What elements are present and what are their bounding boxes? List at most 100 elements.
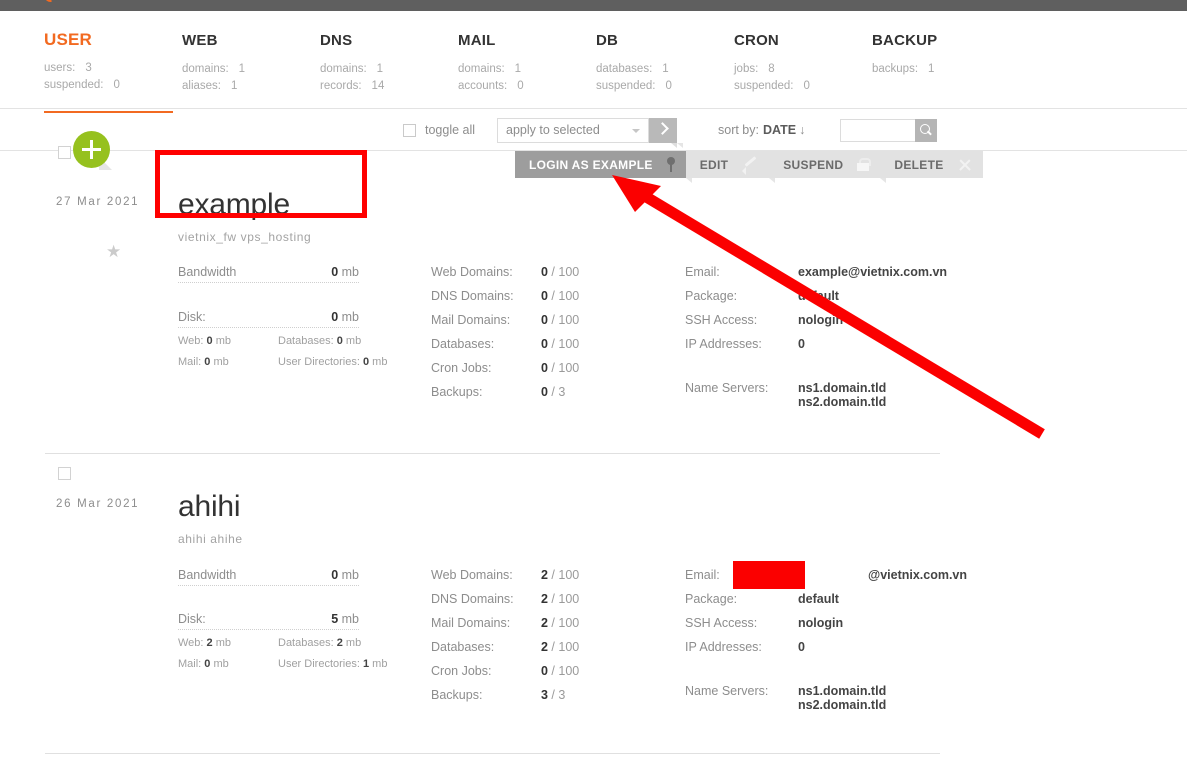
stat-value: 1 (514, 63, 522, 75)
stat-value: 3 (85, 62, 92, 74)
user-name[interactable]: example (178, 190, 290, 220)
toggle-all-control[interactable]: toggle all (403, 123, 475, 137)
nav-item-firewall[interactable]: FIREWALL (934, 0, 1061, 1)
sort-by-label: sort by: (718, 123, 759, 137)
stat-card-backup[interactable]: BACKUP backups: 1 (872, 32, 1010, 97)
edit-label: EDIT (699, 157, 729, 172)
bulk-action-control[interactable]: apply to selected (497, 117, 683, 148)
top-navigation-bar[interactable]: VESTA PACKAGES IP GRAPHS STATISTICS LOG … (0, 0, 1187, 11)
quota-label: Mail Domains: (431, 616, 511, 630)
stat-key: domains: (320, 63, 367, 75)
stat-card-mail[interactable]: MAIL domains: 1 accounts: 0 (458, 32, 596, 97)
bandwidth-row: Bandwidth 0 mb (178, 265, 359, 282)
nav-item-updates[interactable]: UPDATES (807, 0, 934, 1)
disk-row: Disk: 5 mb (178, 612, 359, 629)
quota-label: DNS Domains: (431, 592, 514, 606)
name-servers-label: Name Servers: (685, 684, 769, 698)
vesta-logo-icon (41, 0, 60, 5)
brand-logo[interactable]: VESTA (41, 0, 101, 5)
info-row-package: Package: default (685, 592, 967, 606)
user-name[interactable]: ahihi (178, 492, 241, 522)
stat-line: suspended: 0 (734, 80, 872, 92)
bandwidth-meter: Bandwidth 0 mb (178, 568, 359, 586)
sort-by-value: DATE (763, 123, 797, 137)
disk-label: Disk: (178, 612, 206, 626)
disk-value: 0 mb (331, 310, 359, 324)
stat-card-web[interactable]: WEB domains: 1 aliases: 1 (182, 32, 320, 97)
name-servers-value: ns1.domain.tld ns2.domain.tld (798, 381, 886, 409)
disk-breakdown: Web: 0 mb Databases: 0 mb Mail: 0 mb Use… (178, 335, 388, 377)
bandwidth-value: 0 mb (331, 265, 359, 279)
disk-breakdown-row: Web: 0 mb Databases: 0 mb (178, 335, 388, 347)
favorite-star-icon[interactable]: ★ (106, 243, 121, 260)
add-user-button[interactable] (73, 131, 110, 168)
name-server-2: ns2.domain.tld (798, 395, 887, 409)
disk-databases: Databases: 0 mb (278, 335, 362, 347)
nav-item-server[interactable]: SERVER (1060, 0, 1187, 1)
disk-mail: Mail: 0 mb (178, 658, 229, 670)
row-action-bar[interactable]: LOGIN AS EXAMPLE EDIT SUSPEND DELETE (515, 151, 983, 183)
nav-item-log[interactable]: LOG (681, 0, 808, 1)
suspend-button[interactable]: SUSPEND (769, 151, 887, 183)
login-as-label: LOGIN AS EXAMPLE (529, 157, 653, 172)
quota-row-backups: Backups: 3 / 3 (431, 688, 579, 702)
ip-addresses-value: 0 (798, 640, 805, 654)
name-server-1: ns1.domain.tld (798, 381, 887, 395)
apply-to-selected-value: apply to selected (506, 123, 600, 137)
info-row-name-servers: Name Servers: ns1.domain.tld ns2.domain.… (685, 684, 967, 712)
disk-breakdown-row: Mail: 0 mb User Directories: 0 mb (178, 356, 388, 368)
disk-web: Web: 0 mb (178, 335, 232, 347)
disk-web: Web: 2 mb (178, 637, 232, 649)
stat-title-web: WEB (182, 32, 218, 49)
disk-label: Disk: (178, 310, 206, 324)
stat-card-user[interactable]: USER users: 3 suspended: 0 (44, 30, 182, 113)
stat-key: backups: (872, 63, 919, 75)
stat-line: domains: 1 (320, 63, 458, 75)
edit-button[interactable]: EDIT (685, 151, 776, 183)
nav-item-packages[interactable]: PACKAGES (175, 0, 302, 1)
disk-meter: Disk: 5 mb (178, 612, 359, 630)
stat-card-db[interactable]: DB databases: 1 suspended: 0 (596, 32, 734, 97)
info-row-ip: IP Addresses: 0 (685, 337, 947, 351)
nav-item-ip[interactable]: IP (301, 0, 428, 1)
stat-key: domains: (182, 63, 229, 75)
search-button[interactable] (915, 118, 937, 142)
info-row-package: Package: default (685, 289, 947, 303)
quota-value: 0 / 100 (541, 289, 580, 303)
disk-breakdown-row: Web: 2 mb Databases: 2 mb (178, 637, 388, 649)
quota-label: Cron Jobs: (431, 664, 492, 678)
stat-card-dns[interactable]: DNS domains: 1 records: 14 (320, 32, 458, 97)
search-input[interactable] (840, 118, 915, 142)
stat-card-cron[interactable]: CRON jobs: 8 suspended: 0 (734, 32, 872, 97)
disk-breakdown-row: Mail: 0 mb User Directories: 1 mb (178, 658, 388, 670)
nav-item-graphs[interactable]: GRAPHS (428, 0, 555, 1)
quota-value: 0 / 100 (541, 361, 580, 375)
stat-title-dns: DNS (320, 32, 353, 49)
ssh-access-value: nologin (798, 313, 844, 327)
search-control[interactable] (840, 118, 937, 142)
close-icon (958, 158, 972, 172)
quota-value: 2 / 100 (541, 616, 580, 630)
info-row-ssh: SSH Access: nologin (685, 313, 947, 327)
login-as-button[interactable]: LOGIN AS EXAMPLE (515, 151, 692, 183)
ip-addresses-value: 0 (798, 337, 805, 351)
stat-key: databases: (596, 63, 653, 75)
button-shadow (685, 178, 692, 183)
row-select-checkbox[interactable] (58, 467, 71, 480)
stat-line: domains: 1 (458, 63, 596, 75)
toggle-all-checkbox[interactable] (403, 123, 416, 137)
row-select-checkbox[interactable] (58, 146, 71, 159)
apply-to-selected-select[interactable]: apply to selected (497, 117, 649, 143)
name-servers-label: Name Servers: (685, 381, 769, 395)
stat-value: 1 (238, 63, 246, 75)
stat-value: 1 (231, 80, 238, 92)
stat-value: 0 (803, 80, 810, 92)
stat-key: aliases: (182, 80, 221, 92)
quota-label: Web Domains: (431, 265, 513, 279)
sort-by-control[interactable]: sort by: DATE ↓ (718, 123, 805, 137)
delete-button[interactable]: DELETE (880, 151, 983, 178)
nav-item-statistics[interactable]: STATISTICS (554, 0, 681, 1)
quota-row-mail-domains: Mail Domains: 2 / 100 (431, 616, 579, 630)
stat-key: records: (320, 80, 362, 92)
apply-go-button[interactable] (649, 117, 683, 148)
